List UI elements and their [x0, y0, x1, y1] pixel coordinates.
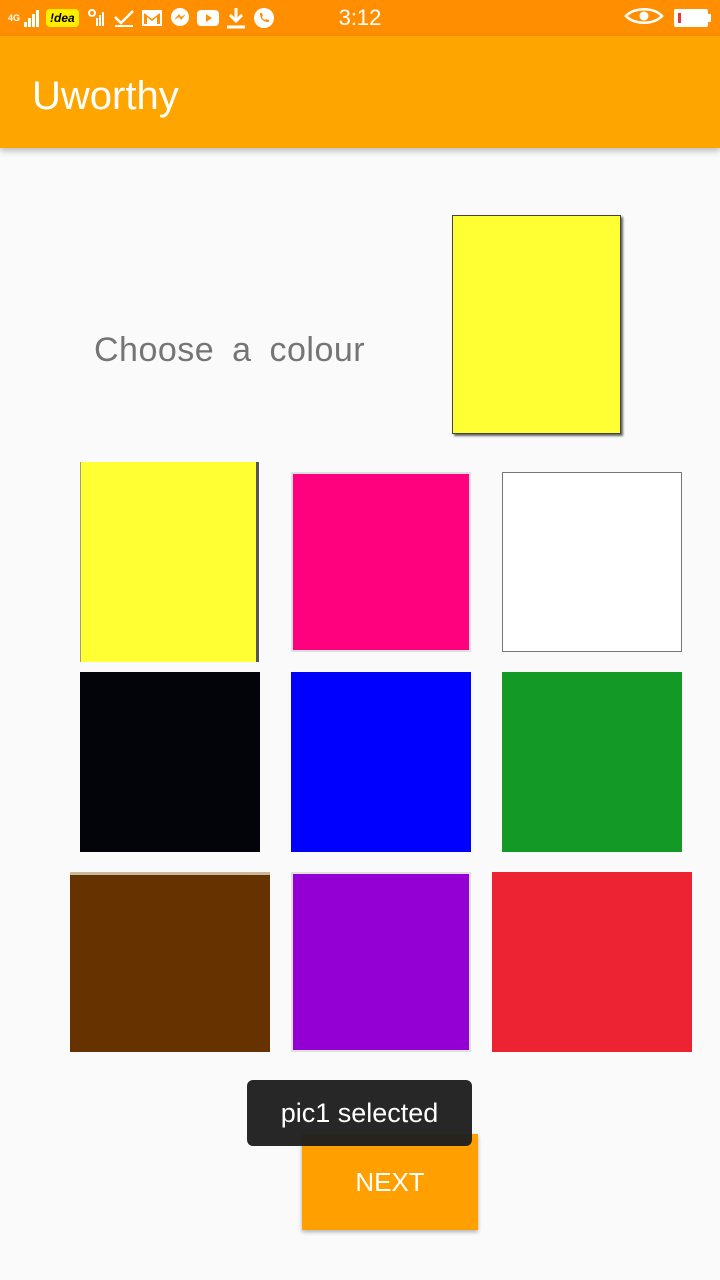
status-right — [624, 5, 711, 32]
toast-message: pic1 selected — [247, 1080, 472, 1146]
swatch-white[interactable] — [502, 472, 682, 652]
next-button[interactable]: NEXT — [302, 1134, 478, 1230]
swatch-brown[interactable] — [70, 872, 270, 1052]
app-bar: Uworthy — [0, 36, 720, 148]
eye-icon — [624, 5, 664, 32]
swatch-purple[interactable] — [291, 872, 471, 1052]
choose-colour-label: Choose a colour — [94, 331, 366, 369]
status-time: 3:12 — [338, 5, 382, 30]
selected-colour-preview — [452, 215, 621, 434]
swatch-pink[interactable] — [291, 472, 471, 652]
status-bar: 4G !dea 3:12 — [0, 0, 720, 36]
swatch-black[interactable] — [80, 672, 260, 852]
battery-level — [678, 13, 681, 23]
swatch-yellow[interactable] — [80, 462, 259, 662]
swatch-green[interactable] — [502, 672, 682, 852]
battery-icon — [674, 9, 711, 27]
swatch-red[interactable] — [492, 872, 692, 1052]
swatch-blue[interactable] — [291, 672, 471, 852]
app-title: Uworthy — [32, 74, 179, 118]
